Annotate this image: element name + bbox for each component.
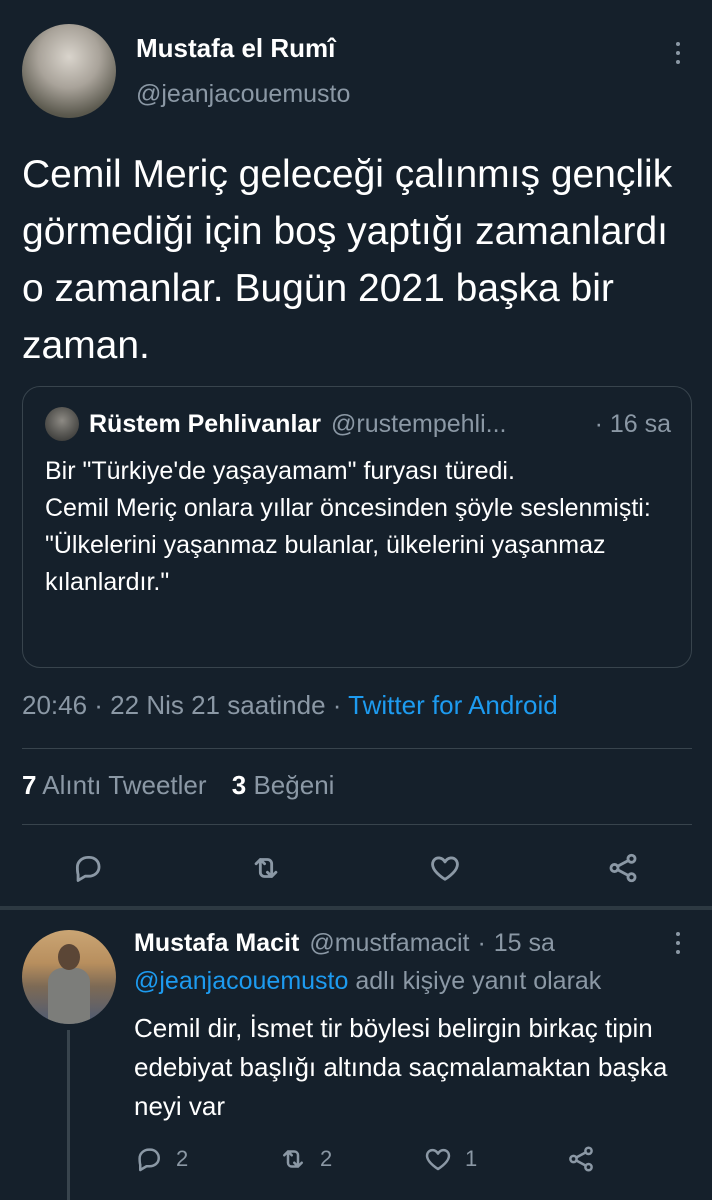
reply-icon[interactable]	[66, 848, 110, 888]
section-divider	[0, 906, 712, 910]
replying-to-suffix: adlı kişiye yanıt olarak	[348, 967, 602, 995]
quoted-author-handle: @rustempehli...	[331, 409, 507, 438]
reply-icon	[138, 1148, 160, 1172]
tweet-stats: 7 Alıntı Tweetler 3 Beğeni	[22, 770, 352, 801]
like-count: 3	[231, 770, 247, 800]
retweet-icon[interactable]	[244, 848, 288, 888]
tweet-action-bar	[0, 848, 712, 888]
reply-author-name[interactable]: Mustafa Macit	[134, 929, 299, 958]
quoted-author-name: Rüstem Pehlivanlar	[89, 409, 322, 438]
reply-author-avatar[interactable]	[22, 930, 116, 1024]
divider	[22, 824, 692, 825]
quoted-tweet-time: · 16 sa	[594, 409, 671, 438]
reply-reply-button[interactable]: 2	[134, 1142, 188, 1176]
share-icon[interactable]	[601, 848, 645, 888]
more-icon[interactable]	[664, 36, 692, 70]
tweet-timestamp: 20:46 · 22 Nis 21 saatinde ·	[22, 690, 349, 720]
divider	[22, 748, 692, 749]
quote-count: 7	[22, 770, 37, 800]
quoted-tweet-header: Rüstem Pehlivanlar @rustempehli... · 16 …	[89, 407, 671, 441]
reply-text: Cemil dir, İsmet tir böylesi belirgin bi…	[134, 1013, 668, 1121]
reply-share-button[interactable]	[566, 1142, 596, 1176]
share-icon	[569, 1146, 593, 1172]
reply-like-count: 1	[465, 1146, 478, 1171]
retweet-icon	[283, 1150, 303, 1168]
like-icon	[425, 1148, 451, 1171]
reply-time: 15 sa	[493, 928, 555, 957]
separator-dot: ·	[477, 928, 486, 957]
tweet-source-link[interactable]: Twitter for Android	[348, 690, 558, 720]
quoted-tweet-text: Bir "Türkiye'de yaşayamam" furyası türed…	[45, 457, 651, 596]
author-handle[interactable]: @jeanjacouemusto	[136, 80, 350, 109]
author-avatar[interactable]	[22, 24, 116, 118]
tweet-detail-page: Mustafa el Rumî @jeanjacouemusto Cemil M…	[0, 0, 712, 1200]
reply-action-bar: 2 2 1	[0, 1142, 712, 1176]
replying-to-mention[interactable]: @jeanjacouemusto	[134, 967, 348, 995]
quote-tweets-stat[interactable]: 7 Alıntı Tweetler	[22, 770, 207, 800]
like-label: Beğeni	[253, 770, 335, 800]
reply-like-button[interactable]: 1	[423, 1142, 477, 1176]
quoted-author-avatar	[45, 407, 79, 441]
reply-header: Mustafa Macit @mustfamacit · 15 sa	[134, 927, 664, 959]
author-name[interactable]: Mustafa el Rumî	[136, 33, 335, 64]
reply-retweet-button[interactable]: 2	[278, 1142, 332, 1176]
replying-to-line: @jeanjacouemusto adlı kişiye yanıt olara…	[134, 967, 601, 996]
tweet-text: Cemil Meriç geleceği çalınmış gençlik gö…	[22, 153, 673, 367]
more-icon[interactable]	[664, 928, 692, 958]
likes-stat[interactable]: 3 Beğeni	[232, 770, 335, 800]
quote-label: Alıntı Tweetler	[42, 770, 207, 800]
tweet-meta: 20:46 · 22 Nis 21 saatinde · Twitter for…	[22, 690, 558, 721]
like-icon[interactable]	[423, 848, 467, 888]
reply-reply-count: 2	[176, 1146, 189, 1171]
quoted-tweet-card[interactable]: Rüstem Pehlivanlar @rustempehli... · 16 …	[22, 386, 692, 668]
reply-retweet-count: 2	[320, 1146, 333, 1171]
reply-author-handle[interactable]: @mustfamacit	[309, 929, 469, 958]
